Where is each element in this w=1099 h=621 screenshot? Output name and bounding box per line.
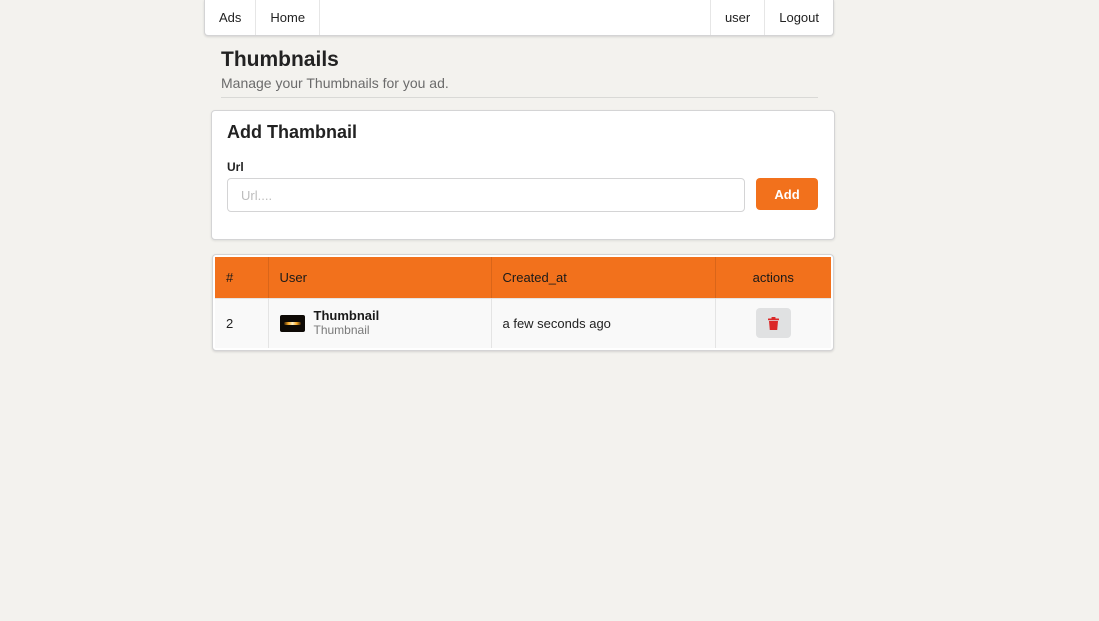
row-id: 2 — [215, 297, 269, 348]
row-actions — [715, 297, 831, 348]
column-header-id: # — [215, 257, 269, 298]
page-header: Thumbnails Manage your Thumbnails for yo… — [221, 46, 818, 98]
table-header-row: # User Created_at actions — [215, 257, 831, 298]
add-thumbnail-form: Add Thambnail Url Add — [211, 110, 835, 240]
column-header-created-at: Created_at — [491, 257, 716, 298]
row-created-at: a few seconds ago — [491, 297, 716, 348]
thumbnails-table-container: # User Created_at actions 2 Thumbnail Th… — [212, 254, 834, 351]
nav-home-label: Home — [270, 10, 306, 25]
column-header-actions: actions — [752, 269, 794, 285]
nav-right: user Logout — [709, 0, 833, 35]
thumbnails-table: # User Created_at actions 2 Thumbnail Th… — [215, 257, 831, 348]
form-title: Add Thambnail — [227, 122, 357, 142]
nav-item-home[interactable]: Home — [256, 0, 321, 35]
page-subtitle: Manage your Thumbnails for you ad. — [221, 75, 449, 91]
nav-logout-label: Logout — [779, 10, 819, 25]
nav-ads-label: Ads — [219, 10, 242, 25]
column-header-user: User — [268, 257, 492, 298]
table-row: 2 Thumbnail Thumbnail a few seconds ago — [215, 297, 831, 348]
row-user: Thumbnail Thumbnail — [268, 297, 492, 348]
add-button[interactable]: Add — [756, 178, 818, 210]
delete-button[interactable] — [755, 308, 791, 339]
nav-item-user[interactable]: user — [709, 0, 764, 35]
page-title: Thumbnails — [221, 48, 339, 71]
trash-icon — [767, 316, 779, 330]
user-text: Thumbnail Thumbnail — [314, 308, 380, 338]
nav-item-ads[interactable]: Ads — [205, 0, 257, 35]
url-input[interactable] — [227, 178, 745, 212]
url-label: Url — [227, 160, 244, 174]
thumbnail-name: Thumbnail — [313, 308, 380, 324]
nav-item-logout[interactable]: Logout — [764, 0, 833, 35]
thumbnail-image — [279, 314, 305, 332]
user-cell: Thumbnail Thumbnail — [279, 308, 480, 338]
thumbnail-description: Thumbnail — [313, 323, 370, 338]
nav-user-label: user — [724, 10, 751, 25]
top-menu: Ads Home user Logout — [204, 0, 834, 36]
